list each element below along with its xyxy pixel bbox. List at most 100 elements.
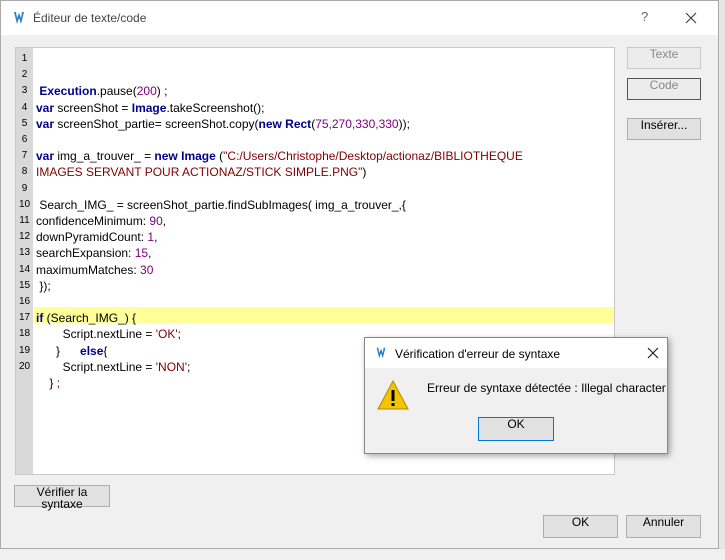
code-token: searchExpansion: bbox=[36, 246, 135, 261]
line-number: 15 bbox=[18, 279, 31, 291]
app-logo-icon bbox=[376, 347, 386, 359]
line-number: 11 bbox=[19, 215, 30, 226]
code-token: maximumMatches: bbox=[36, 262, 141, 277]
line-number: 6 bbox=[21, 134, 28, 145]
line-number: 17 bbox=[18, 312, 31, 324]
code-token: ; bbox=[56, 376, 61, 390]
code-token: 75,270,330,330 bbox=[315, 116, 399, 131]
code-token: img_a_trouver_ = bbox=[54, 149, 155, 164]
code-line: Execution.pause(200) ; bbox=[36, 84, 167, 98]
syntax-error-title: Vérification d'erreur de syntaxe bbox=[395, 347, 561, 361]
code-token: }); bbox=[36, 278, 51, 293]
code-token: var bbox=[36, 116, 55, 131]
code-line: var screenShot = Image.takeScreenshot(); bbox=[36, 101, 264, 115]
texte-button[interactable]: Texte bbox=[627, 47, 701, 69]
code-token: Rect bbox=[285, 116, 312, 131]
code-token: .takeScreenshot(); bbox=[166, 100, 265, 115]
code-token: ) ; bbox=[156, 84, 168, 99]
line-number: 8 bbox=[21, 166, 28, 178]
code-token: } bbox=[36, 376, 57, 390]
background-window-edge bbox=[719, 0, 725, 549]
syntax-error-message: Erreur de syntaxe détectée : Illegal cha… bbox=[427, 381, 666, 395]
code-line: Script.nextLine = 'NON'; bbox=[36, 359, 191, 374]
code-token: screenShot = bbox=[54, 100, 132, 115]
line-number: 2 bbox=[21, 69, 28, 81]
line-number: 13 bbox=[18, 247, 31, 259]
close-icon[interactable] bbox=[645, 345, 661, 361]
code-line: Script.nextLine = 'OK'; bbox=[36, 327, 181, 341]
code-token: } bbox=[36, 343, 81, 358]
close-icon[interactable] bbox=[679, 6, 703, 30]
code-token: Script.nextLine = bbox=[36, 359, 156, 374]
texte-label: Texte bbox=[649, 47, 679, 61]
line-number: 3 bbox=[21, 85, 28, 97]
code-token: "C:/Users/Christophe/Desktop/actionaz/BI… bbox=[223, 149, 523, 164]
code-token: confidenceMinimum: bbox=[36, 214, 150, 228]
code-token: new bbox=[154, 149, 178, 164]
code-line: IMAGES SERVANT POUR ACTIONAZ/STICK SIMPL… bbox=[36, 165, 366, 179]
code-token: .pause( bbox=[96, 84, 137, 99]
code-token: 15 bbox=[134, 246, 149, 261]
code-token: downPyramidCount: bbox=[36, 230, 148, 245]
warning-icon bbox=[377, 379, 409, 410]
code-line: } ; bbox=[36, 376, 60, 390]
code-token: Image bbox=[181, 149, 216, 164]
code-token: 30 bbox=[140, 262, 154, 277]
inserer-button[interactable]: Insérer... bbox=[627, 118, 701, 140]
code-line: searchExpansion: 15, bbox=[36, 246, 151, 260]
code-token: Image bbox=[131, 100, 167, 115]
ok-button[interactable]: OK bbox=[543, 515, 618, 538]
app-logo-icon bbox=[14, 12, 24, 24]
code-line: } else{ bbox=[36, 344, 107, 358]
line-number: 5 bbox=[21, 117, 28, 129]
line-number: 19 bbox=[18, 344, 31, 356]
code-token: { bbox=[103, 343, 108, 358]
code-line: maximumMatches: 30 bbox=[36, 263, 153, 277]
code-token: new bbox=[258, 116, 282, 131]
line-number: 10 bbox=[18, 198, 31, 210]
code-token: , bbox=[162, 214, 167, 228]
code-line: Search_IMG_ = screenShot_partie.findSubI… bbox=[36, 198, 406, 212]
line-number: 1 bbox=[21, 53, 28, 64]
code-line: downPyramidCount: 1, bbox=[36, 230, 157, 244]
code-line: var img_a_trouver_ = new Image ("C:/User… bbox=[36, 149, 523, 163]
code-token: 'OK' bbox=[155, 327, 178, 342]
title-bar: Éditeur de texte/code ? bbox=[1, 1, 718, 35]
cancel-label: Annuler bbox=[642, 515, 685, 529]
code-token: else bbox=[80, 343, 104, 358]
help-button[interactable]: ? bbox=[641, 9, 648, 24]
code-line: }); bbox=[36, 278, 51, 293]
code-button[interactable]: Code bbox=[627, 78, 701, 100]
line-number: 9 bbox=[21, 182, 28, 194]
code-token: )); bbox=[398, 116, 410, 131]
code-line: var screenShot_partie= screenShot.copy(n… bbox=[36, 117, 410, 131]
code-token: ; bbox=[186, 359, 191, 374]
code-token: ; bbox=[177, 327, 181, 342]
code-token: Execution bbox=[36, 84, 97, 99]
code-token: , bbox=[154, 230, 158, 245]
verify-syntax-button[interactable]: Vérifier la syntaxe bbox=[14, 485, 110, 511]
cancel-button[interactable]: Annuler bbox=[626, 515, 701, 538]
code-token: var bbox=[36, 149, 55, 164]
code-label: Code bbox=[649, 78, 679, 92]
code-token: Script.nextLine = bbox=[36, 327, 156, 342]
code-token: 90 bbox=[149, 214, 163, 228]
inserer-label: Insérer... bbox=[640, 118, 688, 132]
syntax-error-title-bar: Vérification d'erreur de syntaxe bbox=[365, 338, 667, 368]
line-number: 12 bbox=[18, 231, 31, 243]
line-number: 4 bbox=[21, 101, 28, 113]
verify-syntax-label: Vérifier la syntaxe bbox=[36, 485, 88, 511]
code-token: ) bbox=[362, 165, 367, 180]
code-token: screenShot_partie= screenShot.copy( bbox=[54, 116, 259, 131]
editor-dialog: Éditeur de texte/code ? Execution.pause(… bbox=[0, 0, 719, 549]
syntax-error-ok-button[interactable]: OK bbox=[478, 417, 554, 441]
code-token: 200 bbox=[136, 84, 157, 99]
line-number: 7 bbox=[21, 150, 28, 162]
syntax-error-dialog: Vérification d'erreur de syntaxe Erreur … bbox=[364, 337, 668, 454]
code-token: var bbox=[36, 100, 55, 115]
line-number: 16 bbox=[18, 296, 31, 307]
line-number: 20 bbox=[18, 360, 31, 372]
syntax-error-ok-label: OK bbox=[507, 417, 525, 431]
code-token: Search_IMG_ = screenShot_partie.findSubI… bbox=[36, 197, 406, 212]
code-token: 'NON' bbox=[155, 359, 187, 374]
